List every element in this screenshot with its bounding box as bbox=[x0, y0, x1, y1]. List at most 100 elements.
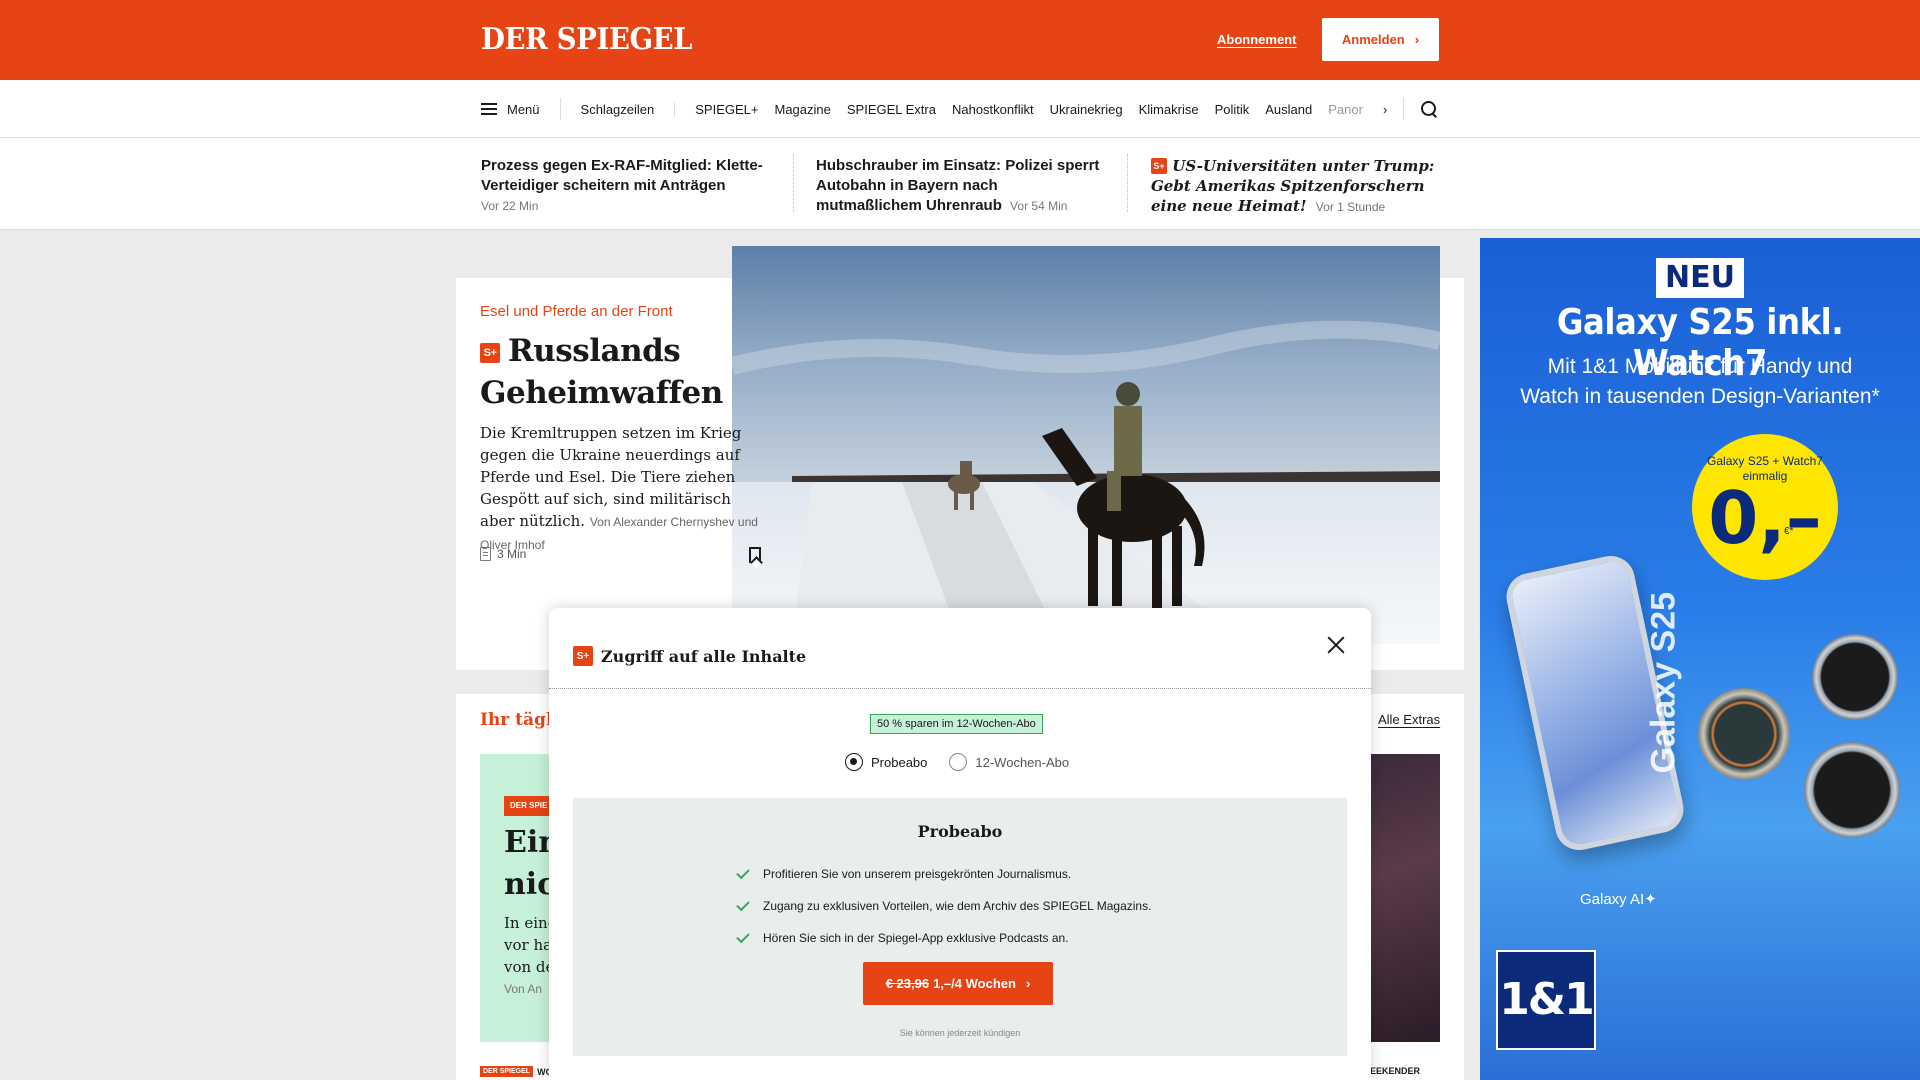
bookmark-icon[interactable] bbox=[749, 547, 761, 563]
lead-article-headline[interactable]: S+ Russlands Geheimwaffen bbox=[480, 330, 780, 414]
green-teaser-author: Von An bbox=[504, 982, 543, 996]
menu-label: Menü bbox=[507, 101, 540, 117]
radio-button-selected[interactable] bbox=[845, 753, 863, 771]
ad-ai-label: Galaxy AI✦ bbox=[1580, 891, 1657, 908]
smartphone-icon: Galaxy S25 bbox=[1502, 551, 1688, 855]
ticker-title: US-Universitäten unter Trump: Gebt Ameri… bbox=[1151, 157, 1435, 215]
header-bar: DER SPIEGEL Abonnement Anmelden › bbox=[0, 0, 1920, 80]
document-icon bbox=[480, 547, 491, 561]
smartwatch-icon bbox=[1698, 688, 1790, 780]
ticker-title: Prozess gegen Ex-RAF-Mitglied: Klette-Ve… bbox=[481, 157, 763, 194]
read-time-label: 3 Min bbox=[497, 547, 527, 561]
check-icon bbox=[736, 929, 750, 943]
ticker-item[interactable]: Prozess gegen Ex-RAF-Mitglied: Klette-Ve… bbox=[481, 156, 771, 216]
plan-details-box: Probeabo Profitieren Sie von unserem pre… bbox=[573, 798, 1347, 1056]
ticker-item[interactable]: Hubschrauber im Einsatz: Polizei sperrt … bbox=[816, 156, 1106, 216]
lead-article-kicker[interactable]: Esel und Pferde an der Front bbox=[480, 303, 673, 320]
ad-brand-logo: 1&1 bbox=[1496, 950, 1596, 1050]
nav-item-nahostkonflikt[interactable]: Nahostkonflikt bbox=[944, 102, 1042, 117]
paywall-modal: S+ Zugriff auf alle Inhalte 50 % sparen … bbox=[549, 608, 1371, 1080]
read-time: 3 Min bbox=[480, 547, 526, 561]
search-icon[interactable] bbox=[1420, 100, 1438, 118]
chevron-right-icon: › bbox=[1414, 32, 1420, 47]
nav-item-politik[interactable]: Politik bbox=[1207, 102, 1258, 117]
chevron-right-icon: › bbox=[1025, 976, 1031, 991]
plan-selector: Probeabo 12-Wochen-Abo bbox=[845, 753, 1069, 771]
ticker-time: Vor 54 Min bbox=[1010, 199, 1068, 213]
nav-item-panorama[interactable]: Panor bbox=[1320, 102, 1371, 117]
ticker-divider bbox=[1127, 154, 1128, 212]
ad-phone-label: Galaxy S25 bbox=[1644, 591, 1683, 774]
nav-item-spiegel-plus[interactable]: SPIEGEL+ bbox=[687, 102, 766, 117]
subscription-link[interactable]: Abonnement bbox=[1217, 32, 1296, 47]
check-icon bbox=[736, 897, 750, 911]
ticker-time: Vor 1 Stunde bbox=[1315, 200, 1386, 214]
modal-header: S+ Zugriff auf alle Inhalte bbox=[573, 646, 806, 666]
nav-more-chevron-right-icon[interactable]: › bbox=[1383, 98, 1405, 120]
old-price: € 23,96 bbox=[885, 976, 930, 991]
nav-item-schlagzeilen[interactable]: Schlagzeilen bbox=[561, 101, 676, 117]
nav-item-klimakrise[interactable]: Klimakrise bbox=[1131, 102, 1207, 117]
green-text-line: vor ha bbox=[504, 936, 550, 954]
green-headline-line: Ein bbox=[504, 825, 550, 860]
ad-currency: €* bbox=[1784, 526, 1794, 537]
lead-article-image[interactable] bbox=[732, 246, 1440, 644]
benefit-text: Zugang zu exklusiven Vorteilen, wie dem … bbox=[763, 899, 1152, 913]
green-text-line: von de bbox=[504, 958, 550, 976]
green-text-line: In eine bbox=[504, 914, 550, 932]
ad-price-circle: Galaxy S25 + Watch7 einmalig 0,– €* bbox=[1692, 434, 1838, 580]
ticker-item[interactable]: S+ US-Universitäten unter Trump: Gebt Am… bbox=[1151, 156, 1441, 217]
new-price: 1,–/4 Wochen bbox=[933, 976, 1016, 991]
modal-divider bbox=[549, 688, 1371, 689]
ticker-divider bbox=[793, 154, 794, 212]
green-teaser-text: In eine vor ha von de bbox=[504, 912, 550, 978]
ad-new-badge: NEU bbox=[1656, 258, 1744, 298]
lead-article-headline-text: Russlands Geheimwaffen bbox=[480, 333, 723, 411]
radio-label: Probeabo bbox=[871, 754, 928, 770]
all-extras-link[interactable]: Alle Extras bbox=[1378, 712, 1440, 727]
benefit-list: Profitieren Sie von unserem preisgekrönt… bbox=[736, 858, 1152, 954]
teaser-image-right[interactable] bbox=[1370, 754, 1440, 1042]
benefit-item: Hören Sie sich in der Spiegel-App exklus… bbox=[736, 922, 1151, 954]
nav-item-ukrainekrieg[interactable]: Ukrainekrieg bbox=[1042, 102, 1131, 117]
subscribe-button[interactable]: € 23,96 1,–/4 Wochen › bbox=[863, 962, 1053, 1005]
hamburger-icon bbox=[481, 103, 497, 115]
check-icon bbox=[736, 865, 750, 879]
green-teaser-headline: Ein nic bbox=[504, 822, 550, 906]
close-icon[interactable] bbox=[1327, 636, 1345, 654]
benefit-text: Hören Sie sich in der Spiegel-App exklus… bbox=[763, 931, 1069, 945]
smartwatch-icon bbox=[1804, 742, 1900, 838]
savings-badge: 50 % sparen im 12-Wochen-Abo bbox=[870, 714, 1043, 734]
main-nav: Menü Schlagzeilen SPIEGEL+ Magazine SPIE… bbox=[0, 80, 1920, 138]
menu-button[interactable]: Menü bbox=[481, 98, 561, 120]
spiegel-plus-icon: S+ bbox=[1151, 158, 1167, 174]
radio-probeabo[interactable]: Probeabo bbox=[845, 753, 927, 771]
headline-ticker: Prozess gegen Ex-RAF-Mitglied: Klette-Ve… bbox=[0, 138, 1920, 230]
horse-riders-photo-icon bbox=[732, 246, 1440, 644]
spiegel-logo[interactable]: DER SPIEGEL bbox=[481, 22, 693, 57]
ticker-time: Vor 22 Min bbox=[481, 199, 539, 213]
green-headline-line: nic bbox=[504, 867, 550, 902]
radio-button[interactable] bbox=[949, 753, 968, 771]
nav-item-ausland[interactable]: Ausland bbox=[1257, 102, 1320, 117]
radio-12-wochen-abo[interactable]: 12-Wochen-Abo bbox=[949, 753, 1069, 771]
spiegel-mini-logo: DER SPIE bbox=[504, 796, 550, 816]
footer-teaser-label-right: EEKENDER bbox=[1370, 1066, 1421, 1076]
ad-subtitle: Mit 1&1 Mobilfunk für Handy und Watch in… bbox=[1520, 355, 1880, 408]
nav-item-spiegel-extra[interactable]: SPIEGEL Extra bbox=[839, 102, 944, 117]
nav-item-magazine[interactable]: Magazine bbox=[766, 102, 838, 117]
ad-price: 0,– bbox=[1708, 476, 1822, 560]
benefit-item: Profitieren Sie von unserem preisgekrönt… bbox=[736, 858, 1151, 890]
advertisement-banner[interactable]: NEU Galaxy S25 inkl. Watch7 Mit 1&1 Mobi… bbox=[1480, 238, 1920, 1080]
spiegel-mini-logo: DER SPIEGEL bbox=[480, 1066, 534, 1077]
smartwatch-icon bbox=[1812, 634, 1898, 720]
lead-article-teaser: Die Kremltruppen setzen im Krieg gegen d… bbox=[480, 422, 770, 556]
cancel-note: Sie können jederzeit kündigen bbox=[899, 1028, 1021, 1038]
spiegel-plus-icon: S+ bbox=[480, 343, 500, 363]
spiegel-plus-icon: S+ bbox=[573, 646, 593, 666]
radio-label: 12-Wochen-Abo bbox=[975, 754, 1070, 770]
modal-title: Zugriff auf alle Inhalte bbox=[601, 646, 807, 666]
benefit-text: Profitieren Sie von unserem preisgekrönt… bbox=[763, 867, 1072, 881]
login-button[interactable]: Anmelden › bbox=[1322, 18, 1439, 61]
plan-title: Probeabo bbox=[917, 822, 1003, 841]
